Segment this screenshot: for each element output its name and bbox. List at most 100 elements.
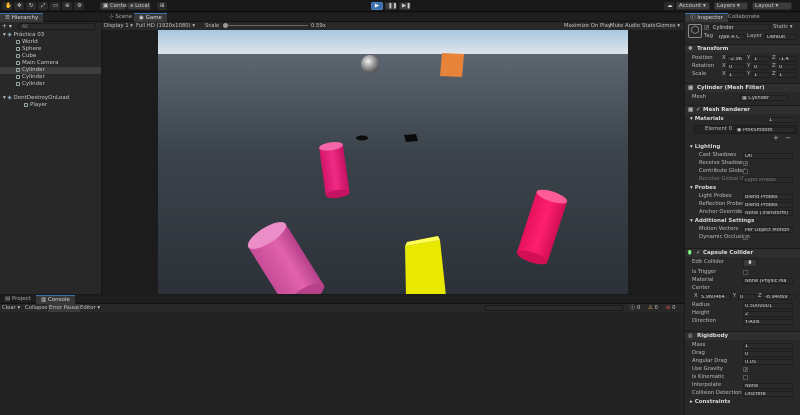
probes-foldout[interactable]: ▾ Probes [690,185,716,192]
layout-dropdown[interactable]: Layout ▾ [752,2,792,10]
constraints-foldout[interactable]: ▸ Constraints [690,399,730,406]
mesh-field[interactable]: ▦ Cylinder [740,95,788,101]
tag-dropdown[interactable]: Type A C [716,34,745,40]
error-count[interactable]: ⊘ 0 [666,304,676,312]
maximize-on-play-toggle[interactable]: Maximize On Play [564,22,611,30]
light-probes-dropdown[interactable]: Blend Probes [743,194,793,200]
scale-y-field[interactable]: 1 [752,72,770,78]
move-tool-icon[interactable]: ✥ [14,2,24,10]
capsule-collider-header[interactable]: ⬮ ✓ Capsule Collider [685,248,800,257]
active-checkbox[interactable]: ✓ [704,25,709,31]
use-gravity-checkbox[interactable]: ✓ [743,367,748,373]
anchor-override-field[interactable]: None (Transform) [743,210,793,216]
hierarchy-item[interactable]: Cube [0,53,101,60]
rect-tool-icon[interactable]: ▭ [50,2,60,10]
transform-header[interactable]: ✥ Transform [685,44,800,53]
static-toggle[interactable]: Static ▾ [773,24,793,31]
pivot-center-button[interactable]: ▣ Center [100,2,128,10]
tab-project[interactable]: ▤ Project [0,295,36,304]
hierarchy-item[interactable]: ▾ ◈ DontDestroyOnLoad [0,95,101,102]
cloud-icon[interactable]: ☁ [664,2,674,10]
contribute-gi-checkbox[interactable] [743,169,748,174]
center-z-field[interactable]: -8.94069 [763,294,796,300]
scale-slider[interactable] [224,25,308,26]
edit-collider-button[interactable]: ⬮ [743,259,757,267]
tab-console[interactable]: ▥ Console [36,295,75,304]
pause-button[interactable]: ❚❚ [385,2,397,10]
layer-dropdown[interactable]: Default [765,34,797,40]
center-x-field[interactable]: 5.960464 [699,294,731,300]
additional-settings-foldout[interactable]: ▾ Additional Settings [690,218,754,225]
clear-button[interactable]: Clear ▾ [2,304,20,312]
scale-tool-icon[interactable]: ⤢ [38,2,48,10]
center-y-field[interactable]: 0 [738,294,756,300]
hand-tool-icon[interactable]: ✋ [2,2,12,10]
pivot-local-button[interactable]: ⚹ Local [127,2,151,10]
add-icon[interactable]: + ▾ [2,23,12,30]
radius-field[interactable]: 0.5000001 [743,303,793,309]
rotation-x-field[interactable]: 0 [727,64,745,70]
hierarchy-search-input[interactable] [18,23,96,30]
scale-z-field[interactable]: 1 [777,72,796,78]
rotate-tool-icon[interactable]: ↻ [26,2,36,10]
info-count[interactable]: ⓘ 0 [630,304,640,312]
receive-gi-dropdown[interactable]: Light Probes [743,177,793,183]
console-search-input[interactable] [484,305,624,311]
position-x-field[interactable]: -2.96 [727,56,745,62]
editor-dropdown[interactable]: Editor ▾ [80,304,100,312]
object-name-field[interactable]: Cylinder [711,24,770,31]
motion-vectors-dropdown[interactable]: Per Object Motion [743,227,793,233]
interpolate-dropdown[interactable]: None [743,383,793,389]
custom-tool-icon[interactable]: ⚙ [74,2,84,10]
collapse-toggle[interactable]: Collapse [25,304,48,312]
angular-drag-field[interactable]: 0.05 [743,359,793,365]
tab-collaborate[interactable]: Collaborate [723,13,765,22]
hierarchy-item[interactable]: Cylinder [0,81,101,88]
position-y-field[interactable]: 1 [752,56,770,62]
rotation-y-field[interactable]: 0 [752,64,770,70]
capsule-collider-checkbox[interactable]: ✓ [696,249,701,258]
rigidbody-header[interactable]: ◍ Rigidbody [685,331,800,340]
tab-inspector[interactable]: ⓘ Inspector [685,13,728,22]
hierarchy-item-selected[interactable]: Cylinder [0,67,101,74]
resolution-dropdown[interactable]: Full HD (1920x1080) ▾ [136,22,195,30]
cast-shadows-dropdown[interactable]: On [743,153,793,159]
hierarchy-item[interactable]: Cylinder [0,74,101,81]
transform-tool-icon[interactable]: ⊕ [62,2,72,10]
mass-field[interactable]: 1 [743,343,793,349]
game-render-viewport[interactable] [158,30,628,294]
mesh-filter-header[interactable]: ▦ Cylinder (Mesh Filter) [685,83,800,92]
hierarchy-item[interactable]: World [0,39,101,46]
error-pause-toggle[interactable]: Error Pause [48,304,81,312]
drag-field[interactable]: 0 [743,351,793,357]
position-z-field[interactable]: -1.4 [777,56,796,62]
rotation-z-field[interactable]: 0 [777,64,796,70]
account-dropdown[interactable]: Account ▾ [676,2,710,10]
hierarchy-item[interactable]: Main Camera [0,60,101,67]
dynamic-occlusion-checkbox[interactable]: ✓ [743,235,748,241]
remove-material-button[interactable]: − [785,135,791,142]
height-field[interactable]: 2 [743,311,793,317]
scale-slider-thumb[interactable] [223,23,228,28]
lighting-foldout[interactable]: ▾ Lighting [690,144,720,151]
play-button[interactable]: ▶ [371,2,383,10]
stats-toggle[interactable]: Stats [642,22,656,30]
mute-audio-toggle[interactable]: Mute Audio [610,22,640,30]
hierarchy-item[interactable]: Sphere [0,46,101,53]
add-material-button[interactable]: + [773,135,779,142]
step-button[interactable]: ▶❚ [399,2,411,10]
layers-dropdown[interactable]: Layers ▾ [714,2,748,10]
element-material-field[interactable]: ◉ PinkSmooth [735,127,795,133]
mesh-renderer-header[interactable]: ▦ ✓ Mesh Renderer [685,105,800,114]
is-trigger-checkbox[interactable] [743,270,748,275]
display-dropdown[interactable]: Display 1 ▾ [104,22,133,30]
tab-game[interactable]: ◉ Game [134,13,167,22]
grid-snap-icon[interactable]: ⊞ [157,2,167,10]
materials-count-field[interactable]: 1 [767,117,797,123]
collision-detection-dropdown[interactable]: Discrete [743,391,793,397]
tab-scene[interactable]: ⊹ Scene [104,13,137,22]
gizmos-dropdown[interactable]: Gizmos ▾ [656,22,680,30]
collider-material-field[interactable]: None (Physic Ma [743,278,793,284]
scale-x-field[interactable]: 1 [727,72,745,78]
materials-foldout[interactable]: ▾ Materials [690,116,724,123]
